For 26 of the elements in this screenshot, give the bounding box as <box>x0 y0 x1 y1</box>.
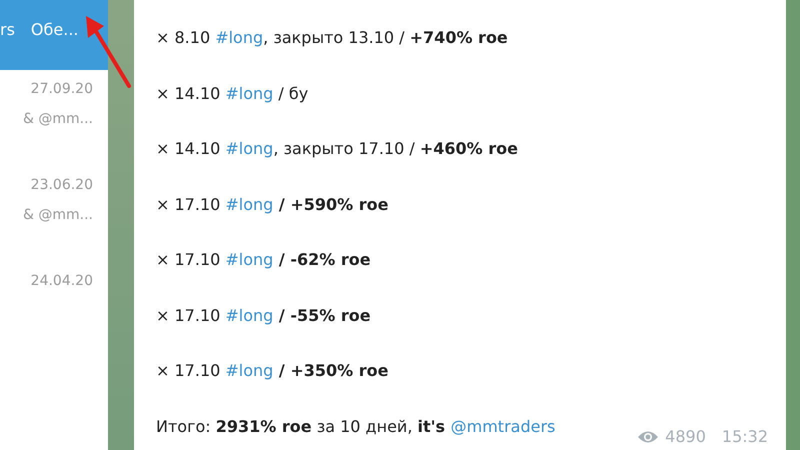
hashtag-link[interactable]: #long <box>215 28 264 47</box>
hashtag-link[interactable]: @mmtraders <box>450 416 556 436</box>
chat-date: 24.04.20 <box>30 272 93 291</box>
message-line: × 17.10 #long / -62% roe <box>156 250 371 271</box>
message-line: Итого: 2931% roe за 10 дней, it's @mmtraders <box>156 416 556 438</box>
message-line: × 14.10 #long, закрыто 17.10 / +460% roe <box>156 139 518 160</box>
chat-preview: & @mm... <box>23 206 93 225</box>
eye-icon <box>637 430 660 444</box>
hashtag-link[interactable]: #long <box>225 250 274 269</box>
chat-date: 27.09.20 <box>30 80 93 99</box>
hashtag-link[interactable]: #long <box>225 361 274 380</box>
message-time: 15:32 <box>722 427 768 446</box>
message-line: × 14.10 #long / бу <box>156 84 308 104</box>
hashtag-link[interactable]: #long <box>225 306 274 324</box>
hashtag-link[interactable]: #long <box>225 84 274 102</box>
hashtag-link[interactable]: #long <box>225 194 274 214</box>
chat-date: 23.06.20 <box>30 176 93 195</box>
header-label: rs <box>0 20 15 40</box>
header-label: Обе... <box>30 20 78 40</box>
chat-preview: & @mm... <box>23 110 93 129</box>
hashtag-link[interactable]: #long <box>225 139 274 158</box>
message-line: × 17.10 #long / -55% roe <box>156 306 371 326</box>
message-line: × 17.10 #long / +350% roe <box>156 361 388 382</box>
message-line: × 17.10 #long / +590% roe <box>156 194 388 216</box>
message-line: × 8.10 #long, закрыто 13.10 / +740% roe <box>156 28 508 49</box>
view-count: 4890 <box>665 427 706 446</box>
